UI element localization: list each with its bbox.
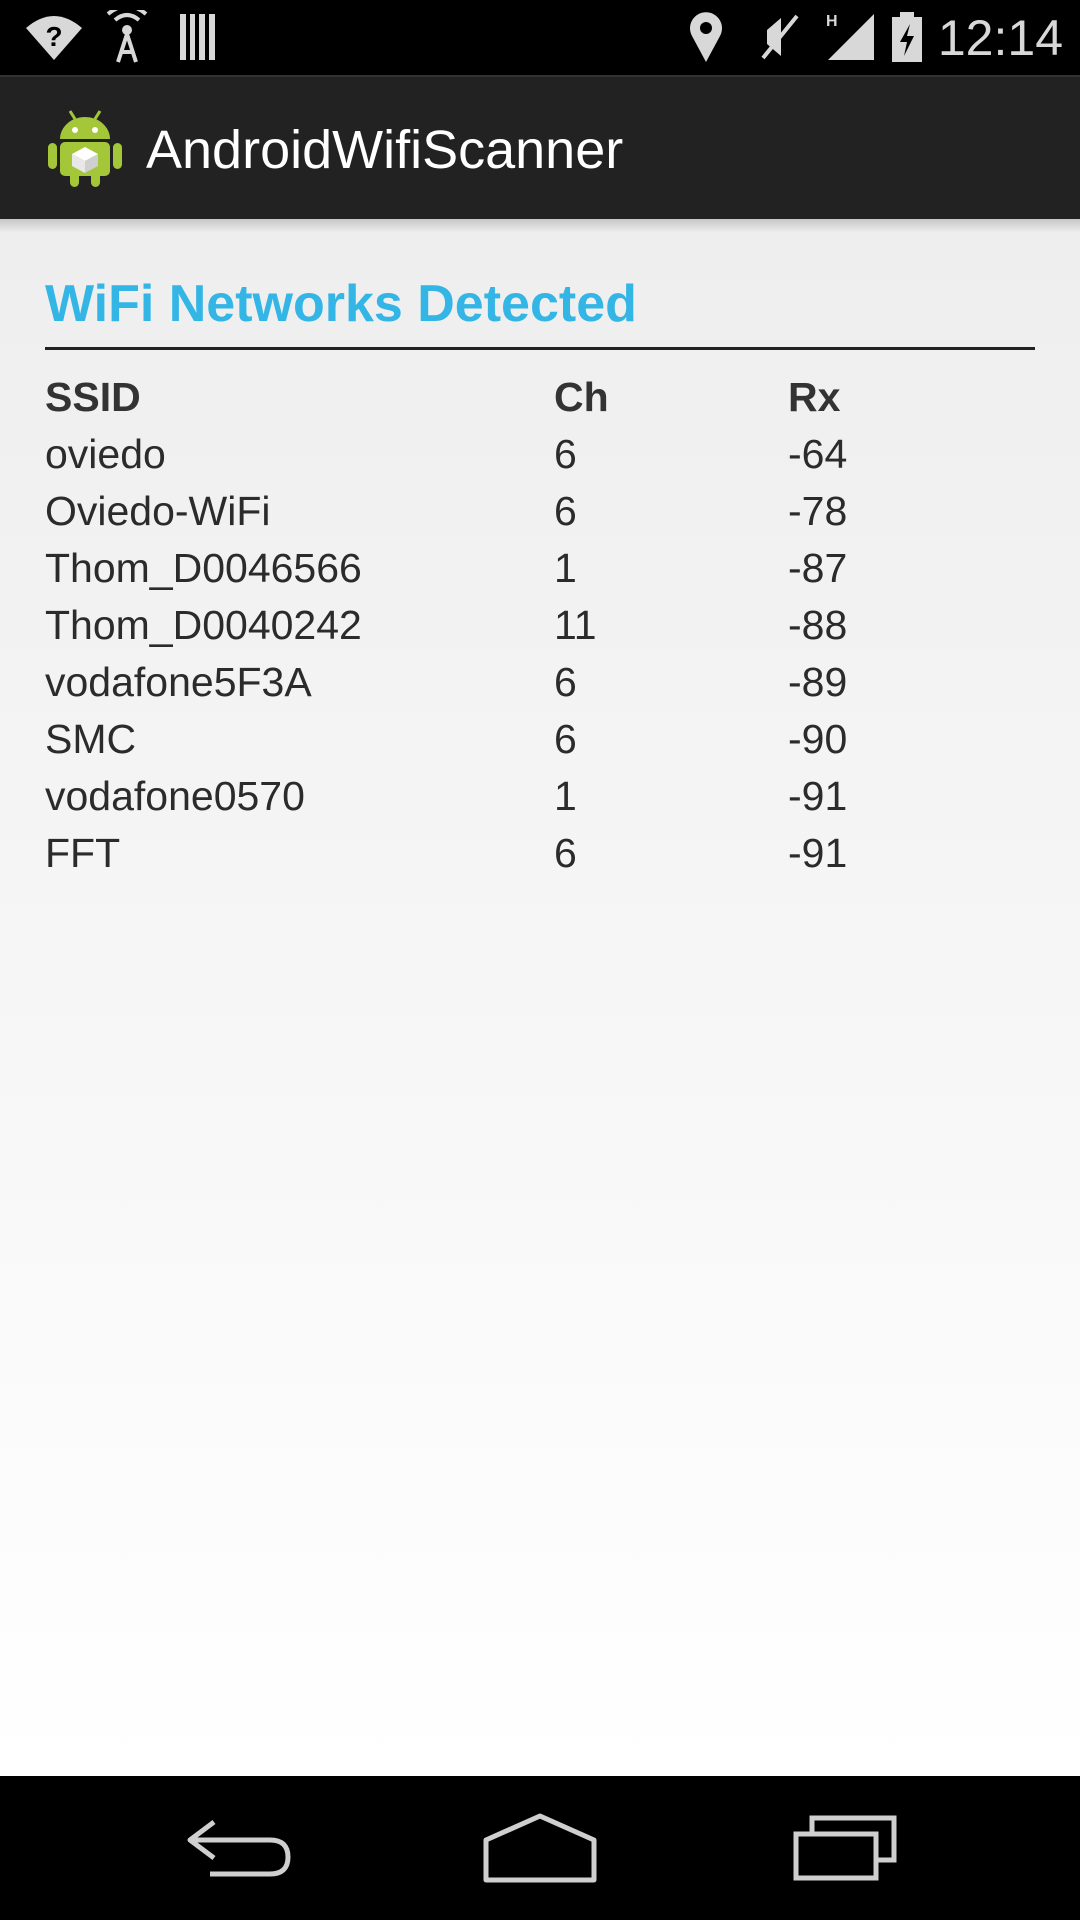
channel-cell: 6 <box>554 431 577 477</box>
table-row: SMC 6 -90 <box>45 711 1035 768</box>
rx-cell: -89 <box>788 659 848 705</box>
main-content: WiFi Networks Detected SSID Ch Rx oviedo… <box>0 219 1080 1776</box>
table-row: Thom_D0040242 11 -88 <box>45 597 1035 654</box>
table-header-row: SSID Ch Rx <box>45 369 1035 426</box>
column-header-channel: Ch <box>554 374 609 420</box>
table-row: oviedo 6 -64 <box>45 426 1035 483</box>
home-icon[interactable] <box>480 1810 600 1886</box>
battery-charging-icon <box>890 10 924 64</box>
location-icon <box>688 10 724 64</box>
wifi-unknown-icon: ? <box>24 10 84 64</box>
signal-h-icon: H <box>824 10 878 64</box>
ssid-cell: FFT <box>45 830 121 876</box>
status-bar: ? H 12:14 <box>0 0 1080 75</box>
section-heading: WiFi Networks Detected <box>45 275 637 333</box>
table-row: vodafone5F3A 6 -89 <box>45 654 1035 711</box>
table-row: Oviedo-WiFi 6 -78 <box>45 483 1035 540</box>
channel-cell: 6 <box>554 659 577 705</box>
channel-cell: 6 <box>554 830 577 876</box>
ssid-cell: vodafone0570 <box>45 773 305 819</box>
table-row: vodafone0570 1 -91 <box>45 768 1035 825</box>
svg-text:H: H <box>826 13 838 30</box>
action-bar: AndroidWifiScanner <box>0 75 1080 219</box>
ssid-cell: Thom_D0046566 <box>45 545 362 591</box>
ssid-cell: vodafone5F3A <box>45 659 312 705</box>
mute-icon <box>757 10 803 64</box>
svg-text:?: ? <box>45 21 62 52</box>
android-app-icon <box>46 105 124 189</box>
rx-cell: -90 <box>788 716 848 762</box>
table-row: FFT 6 -91 <box>45 825 1035 882</box>
ssid-cell: SMC <box>45 716 137 762</box>
column-header-rx: Rx <box>788 374 841 420</box>
channel-cell: 6 <box>554 716 577 762</box>
rx-cell: -91 <box>788 773 848 819</box>
ssid-cell: Oviedo-WiFi <box>45 488 271 534</box>
rx-cell: -64 <box>788 431 848 477</box>
rx-cell: -88 <box>788 602 848 648</box>
action-bar-shadow <box>0 219 1080 233</box>
barcode-icon <box>178 10 218 64</box>
rx-cell: -91 <box>788 830 848 876</box>
channel-cell: 11 <box>554 602 597 648</box>
back-icon[interactable] <box>180 1810 300 1886</box>
app-title: AndroidWifiScanner <box>146 120 624 180</box>
status-time: 12:14 <box>937 10 1063 66</box>
channel-cell: 1 <box>554 545 577 591</box>
table-row: Thom_D0046566 1 -87 <box>45 540 1035 597</box>
ssid-cell: Thom_D0040242 <box>45 602 362 648</box>
column-header-ssid: SSID <box>45 374 141 420</box>
network-table: SSID Ch Rx oviedo 6 -64 Oviedo-WiFi 6 -7… <box>45 369 1035 882</box>
navigation-bar <box>0 1776 1080 1920</box>
ssid-cell: oviedo <box>45 431 166 477</box>
heading-divider <box>45 347 1035 350</box>
channel-cell: 1 <box>554 773 577 819</box>
phone-screen: ? H 12:14 AndroidWifiScanner WiFi Networ… <box>0 0 1080 1920</box>
rx-cell: -87 <box>788 545 848 591</box>
rx-cell: -78 <box>788 488 848 534</box>
channel-cell: 6 <box>554 488 577 534</box>
recents-icon[interactable] <box>790 1810 910 1886</box>
hotspot-icon <box>100 4 154 64</box>
